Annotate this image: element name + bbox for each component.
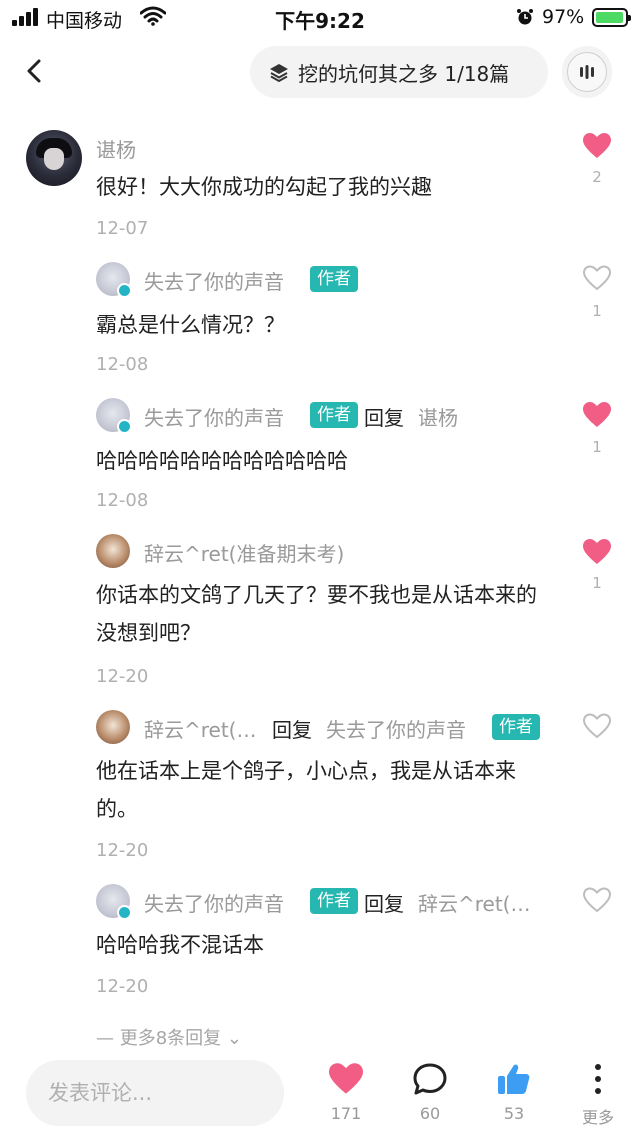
layers-icon bbox=[270, 64, 288, 83]
heart-icon[interactable] bbox=[582, 401, 612, 429]
comment-text: 很好！大大你成功的勾起了我的兴趣 bbox=[96, 175, 432, 199]
reply-to-user[interactable]: 谌杨 bbox=[418, 402, 458, 431]
author-tag: 作者 bbox=[310, 888, 358, 914]
thumbs-total: 53 bbox=[503, 1104, 525, 1123]
more-replies-link[interactable]: — 更多8条回复 ⌄ bbox=[96, 1024, 242, 1050]
reply-label: 回复 bbox=[364, 892, 404, 916]
heart-outline-icon[interactable] bbox=[582, 886, 612, 914]
reply-to-user[interactable]: 辞云^ret(… bbox=[418, 888, 531, 917]
reply-text: 你话本的文鸽了几天了？要不我也是从话本来的没想到吧？ bbox=[96, 583, 537, 645]
like-count: 1 bbox=[592, 302, 602, 320]
battery-icon bbox=[592, 8, 631, 27]
header: 挖的坑何其之多 1/18篇 bbox=[0, 40, 640, 104]
more-vertical-icon bbox=[595, 1064, 601, 1094]
status-bar: 中国移动 下午9:22 97% bbox=[0, 0, 640, 36]
heart-icon bbox=[329, 1063, 363, 1094]
like-total: 171 bbox=[330, 1104, 362, 1123]
like-count: 2 bbox=[592, 168, 602, 186]
battery-percent: 97% bbox=[542, 6, 585, 28]
reply-text: 他在话本上是个鸽子，小心点，我是从话本来的。 bbox=[96, 759, 516, 821]
reply-author[interactable]: 失去了你的声音 bbox=[144, 888, 284, 917]
reply-text: 霸总是什么情况？？ bbox=[96, 313, 285, 337]
reply-date: 12-20 bbox=[96, 976, 149, 997]
like-count: 1 bbox=[592, 574, 602, 592]
comment-author[interactable]: 谌杨 bbox=[96, 134, 136, 163]
avatar[interactable] bbox=[96, 398, 132, 434]
reply-date: 12-08 bbox=[96, 490, 149, 511]
like-count: 1 bbox=[592, 438, 602, 456]
avatar[interactable] bbox=[26, 130, 82, 186]
thumbs-up-icon bbox=[498, 1064, 530, 1094]
more-label: 更多 bbox=[581, 1108, 614, 1127]
avatar[interactable] bbox=[96, 884, 132, 920]
verified-badge bbox=[117, 419, 132, 434]
heart-icon[interactable] bbox=[582, 538, 612, 566]
comment-date: 12-07 bbox=[96, 218, 149, 239]
chapter-title: 挖的坑何其之多 1/18篇 bbox=[298, 61, 510, 86]
author-tag: 作者 bbox=[492, 714, 540, 740]
reply-author[interactable]: 辞云^ret(准备期末考) bbox=[144, 538, 344, 567]
author-tag: 作者 bbox=[310, 402, 358, 428]
chat-bubble-icon bbox=[413, 1063, 447, 1095]
heart-outline-icon[interactable] bbox=[582, 264, 612, 292]
avatar[interactable] bbox=[96, 534, 130, 568]
more-button[interactable]: 更多 bbox=[568, 1062, 628, 1128]
avatar[interactable] bbox=[96, 262, 132, 298]
avatar[interactable] bbox=[96, 710, 130, 744]
comment-button[interactable]: 60 bbox=[400, 1062, 460, 1123]
verified-badge bbox=[117, 283, 132, 298]
thumbs-up-button[interactable]: 53 bbox=[484, 1062, 544, 1123]
reply-author[interactable]: 失去了你的声音 bbox=[144, 402, 284, 431]
reply-text: 哈哈哈我不混话本 bbox=[96, 933, 264, 957]
reply-date: 12-20 bbox=[96, 666, 149, 687]
heart-outline-icon[interactable] bbox=[582, 712, 612, 740]
chapter-title-pill[interactable]: 挖的坑何其之多 1/18篇 bbox=[250, 46, 548, 98]
comment-total: 60 bbox=[419, 1104, 441, 1123]
reply-author[interactable]: 辞云^ret(… bbox=[144, 714, 257, 743]
audio-bars-icon bbox=[580, 65, 594, 79]
reply-date: 12-08 bbox=[96, 354, 149, 375]
audio-button[interactable] bbox=[562, 46, 612, 98]
heart-icon[interactable] bbox=[582, 132, 612, 160]
reply-to-user[interactable]: 失去了你的声音 bbox=[326, 714, 466, 743]
back-button[interactable] bbox=[20, 56, 50, 86]
bottom-bar: 171 60 53 更多 bbox=[0, 1050, 640, 1139]
author-tag: 作者 bbox=[310, 266, 358, 292]
like-button[interactable]: 171 bbox=[316, 1062, 376, 1123]
reply-date: 12-20 bbox=[96, 840, 149, 861]
alarm-icon bbox=[517, 9, 533, 25]
verified-badge bbox=[117, 905, 132, 920]
reply-label: 回复 bbox=[364, 406, 404, 430]
reply-label: 回复 bbox=[272, 718, 312, 742]
reply-text: 哈哈哈哈哈哈哈哈哈哈哈哈 bbox=[96, 449, 348, 473]
comment-input[interactable] bbox=[26, 1060, 284, 1126]
reply-author[interactable]: 失去了你的声音 bbox=[144, 266, 284, 295]
